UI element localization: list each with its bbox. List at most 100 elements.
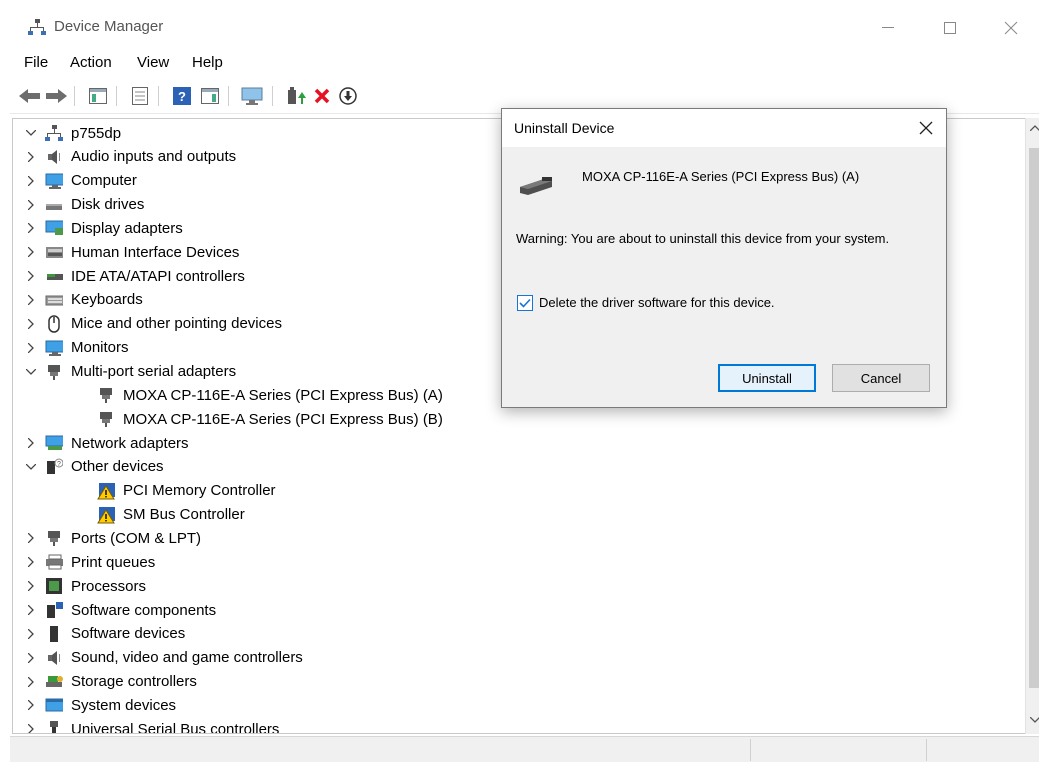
tree-category-item[interactable]: Display adapters xyxy=(25,216,183,240)
scroll-down-icon[interactable] xyxy=(1029,714,1039,726)
tree-category-item[interactable]: Print queues xyxy=(25,550,155,574)
serial-connector-icon xyxy=(518,171,554,197)
serial-port-icon xyxy=(97,386,115,404)
delete-driver-checkbox[interactable] xyxy=(517,295,533,311)
dialog-device-name: MOXA CP-116E-A Series (PCI Express Bus) … xyxy=(582,169,860,184)
system-device-icon xyxy=(45,696,63,714)
scroll-thumb[interactable] xyxy=(1029,148,1039,688)
chevron-right-icon[interactable] xyxy=(25,222,37,234)
tree-category-item[interactable]: Processors xyxy=(25,574,146,598)
tree-category-item[interactable]: Software components xyxy=(25,598,216,622)
monitor-icon[interactable] xyxy=(240,84,264,108)
cancel-button[interactable]: Cancel xyxy=(832,364,930,392)
tree-category-item[interactable]: Storage controllers xyxy=(25,670,197,694)
keyboard-icon xyxy=(45,291,63,309)
back-icon[interactable] xyxy=(18,84,42,108)
tree-item-label: Other devices xyxy=(71,458,164,476)
status-divider xyxy=(750,739,751,761)
tree-child-item[interactable]: MOXA CP-116E-A Series (PCI Express Bus) … xyxy=(97,407,443,431)
disable-device-icon[interactable] xyxy=(336,84,360,108)
chevron-right-icon[interactable] xyxy=(25,532,37,544)
disk-drive-icon xyxy=(45,196,63,214)
chevron-right-icon[interactable] xyxy=(25,580,37,592)
ide-controller-icon xyxy=(45,267,63,285)
tree-child-item[interactable]: PCI Memory Controller xyxy=(97,479,276,503)
tree-category-item[interactable]: Ports (COM & LPT) xyxy=(25,526,201,550)
tree-category-item[interactable]: Multi-port serial adapters xyxy=(25,360,236,384)
tree-category-item[interactable]: Disk drives xyxy=(25,193,144,217)
chevron-right-icon[interactable] xyxy=(25,318,37,330)
tree-category-item[interactable]: Audio inputs and outputs xyxy=(25,145,236,169)
properties-icon[interactable] xyxy=(128,84,152,108)
chevron-right-icon[interactable] xyxy=(25,699,37,711)
action-pane-icon[interactable] xyxy=(198,84,222,108)
chevron-down-icon[interactable] xyxy=(25,366,37,378)
chevron-right-icon[interactable] xyxy=(25,175,37,187)
vertical-scrollbar[interactable] xyxy=(1025,118,1039,734)
uninstall-device-dialog: Uninstall Device MOXA CP-116E-A Series (… xyxy=(501,108,947,408)
tree-item-label: SM Bus Controller xyxy=(123,506,245,524)
chevron-right-icon[interactable] xyxy=(25,437,37,449)
tree-item-label: Human Interface Devices xyxy=(71,243,240,261)
tree-category-item[interactable]: System devices xyxy=(25,693,176,717)
tree-root[interactable]: p755dp xyxy=(25,121,121,145)
scroll-up-icon[interactable] xyxy=(1029,122,1039,134)
tree-item-label: Computer xyxy=(71,172,137,190)
menu-help[interactable]: Help xyxy=(192,54,223,71)
minimize-button[interactable] xyxy=(865,12,911,44)
chevron-down-icon[interactable] xyxy=(25,461,37,473)
tree-category-item[interactable]: Network adapters xyxy=(25,431,189,455)
help-icon[interactable]: ? xyxy=(170,84,194,108)
uninstall-icon[interactable] xyxy=(310,84,334,108)
tree-root-label: p755dp xyxy=(71,124,122,142)
tree-item-label: PCI Memory Controller xyxy=(123,482,276,500)
tree-category-item[interactable]: Monitors xyxy=(25,336,129,360)
chevron-right-icon[interactable] xyxy=(25,628,37,640)
speaker-icon xyxy=(45,649,63,667)
chevron-right-icon[interactable] xyxy=(25,151,37,163)
tree-category-item[interactable]: Software devices xyxy=(25,622,185,646)
tree-child-item[interactable]: SM Bus Controller xyxy=(97,503,245,527)
tree-category-item[interactable]: ? Other devices xyxy=(25,455,164,479)
chevron-right-icon[interactable] xyxy=(25,604,37,616)
tree-item-label: Software devices xyxy=(71,625,186,643)
chevron-right-icon[interactable] xyxy=(25,652,37,664)
tree-category-item[interactable]: Universal Serial Bus controllers xyxy=(25,717,279,733)
close-window-button[interactable] xyxy=(988,12,1034,44)
computer-tree-icon xyxy=(45,124,63,142)
tree-item-label: Processors xyxy=(71,577,147,595)
tree-category-item[interactable]: IDE ATA/ATAPI controllers xyxy=(25,264,245,288)
serial-port-icon xyxy=(45,363,63,381)
menu-bar: File Action View Help xyxy=(10,50,1039,76)
uninstall-button[interactable]: Uninstall xyxy=(718,364,816,392)
chevron-down-icon[interactable] xyxy=(25,127,37,139)
tree-category-item[interactable]: Keyboards xyxy=(25,288,143,312)
menu-file[interactable]: File xyxy=(24,54,48,71)
computer-icon xyxy=(45,172,63,190)
chevron-right-icon[interactable] xyxy=(25,246,37,258)
dialog-warning-text: Warning: You are about to uninstall this… xyxy=(516,231,890,246)
forward-icon[interactable] xyxy=(44,84,68,108)
tree-category-item[interactable]: Mice and other pointing devices xyxy=(25,312,282,336)
chevron-right-icon[interactable] xyxy=(25,294,37,306)
tree-category-item[interactable]: Human Interface Devices xyxy=(25,240,239,264)
maximize-button[interactable] xyxy=(927,12,973,44)
tree-category-item[interactable]: Sound, video and game controllers xyxy=(25,646,303,670)
show-hide-console-tree-icon[interactable] xyxy=(86,84,110,108)
menu-action[interactable]: Action xyxy=(70,54,112,71)
menu-view[interactable]: View xyxy=(137,54,169,71)
dialog-close-button[interactable] xyxy=(906,113,946,143)
chevron-right-icon[interactable] xyxy=(25,556,37,568)
chevron-right-icon[interactable] xyxy=(25,342,37,354)
tree-item-label: Storage controllers xyxy=(71,673,197,691)
software-device-icon xyxy=(45,625,63,643)
tree-child-item[interactable]: MOXA CP-116E-A Series (PCI Express Bus) … xyxy=(97,383,443,407)
tree-category-item[interactable]: Computer xyxy=(25,169,137,193)
serial-port-icon xyxy=(97,410,115,428)
chevron-right-icon[interactable] xyxy=(25,723,37,733)
chevron-right-icon[interactable] xyxy=(25,676,37,688)
update-driver-icon[interactable] xyxy=(284,84,308,108)
chevron-right-icon[interactable] xyxy=(25,270,37,282)
chevron-right-icon[interactable] xyxy=(25,199,37,211)
delete-driver-checkbox-label[interactable]: Delete the driver software for this devi… xyxy=(539,295,775,310)
